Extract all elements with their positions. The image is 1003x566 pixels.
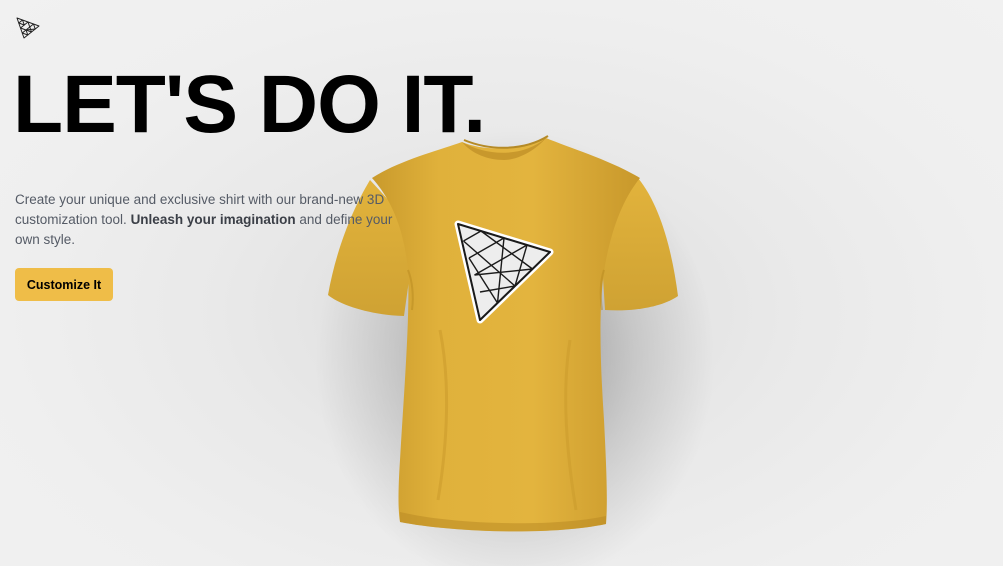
description-emphasis: Unleash your imagination [130,212,296,227]
shirt-3d-viewer[interactable] [300,120,720,566]
triangle-mesh-logo-icon[interactable] [15,16,41,40]
hero-description: Create your unique and exclusive shirt w… [15,190,395,250]
customize-it-button[interactable]: Customize It [15,268,113,301]
tshirt-model [315,130,715,566]
